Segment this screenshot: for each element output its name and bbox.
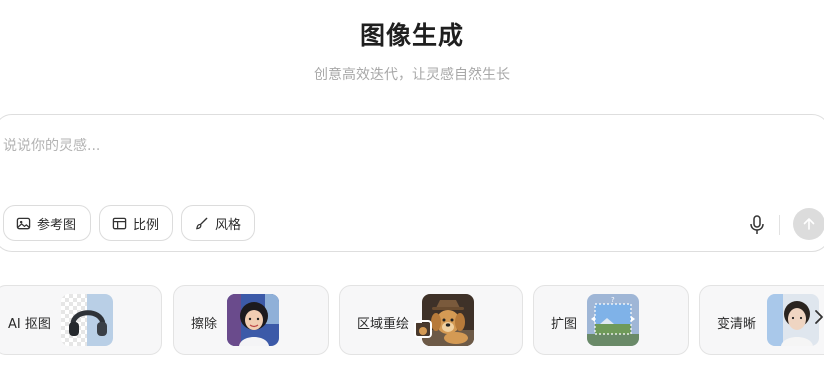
- tool-card-enhance[interactable]: 变清晰: [699, 285, 824, 355]
- style-label: 风格: [215, 217, 242, 233]
- tool-card-inpaint[interactable]: 区域重绘: [339, 285, 523, 355]
- prompt-input[interactable]: 说说你的灵感...: [3, 135, 100, 155]
- reference-image-label: 参考图: [37, 217, 77, 233]
- image-add-icon: [16, 217, 31, 229]
- ratio-button[interactable]: 比例: [99, 205, 173, 241]
- page-title: 图像生成: [359, 21, 464, 50]
- arrow-up-icon: [803, 218, 815, 230]
- reference-image-button[interactable]: 参考图: [3, 205, 91, 241]
- tool-cards: AI 抠图 擦除 区域重绘 扩图 ? 变清晰: [0, 285, 824, 355]
- style-button[interactable]: 风格: [181, 205, 255, 241]
- man-portrait-thumbnail: [767, 294, 819, 346]
- girl-portrait-thumbnail: [227, 294, 279, 346]
- page-subtitle: 创意高效迭代，让灵感自然生长: [314, 67, 510, 83]
- tool-card-erase[interactable]: 擦除: [173, 285, 329, 355]
- send-button[interactable]: [793, 208, 824, 240]
- tool-card-expand[interactable]: 扩图 ?: [533, 285, 689, 355]
- ratio-label: 比例: [133, 217, 160, 233]
- tool-label: 区域重绘: [357, 317, 410, 332]
- brush-icon: [196, 217, 208, 229]
- headphones-thumbnail: [61, 294, 113, 346]
- prompt-input-box[interactable]: 说说你的灵感... 参考图 比例 风格: [0, 114, 824, 252]
- aspect-ratio-icon: [112, 217, 127, 229]
- tool-label: 扩图: [551, 317, 578, 332]
- landscape-thumbnail: ?: [587, 294, 639, 346]
- image-generation-page: 图像生成 创意高效迭代，让灵感自然生长 说说你的灵感... 参考图 比例 风格: [0, 0, 824, 368]
- tool-card-cutout[interactable]: AI 抠图: [0, 285, 162, 355]
- scroll-right-arrow-icon[interactable]: [814, 309, 824, 329]
- toolbar-divider: [779, 215, 780, 235]
- small-dog-thumbnail: [414, 320, 432, 338]
- microphone-icon[interactable]: [749, 215, 765, 235]
- tool-label: 变清晰: [717, 317, 757, 332]
- svg-text:?: ?: [611, 296, 615, 304]
- tool-label: 擦除: [191, 317, 218, 332]
- tool-label: AI 抠图: [8, 317, 51, 332]
